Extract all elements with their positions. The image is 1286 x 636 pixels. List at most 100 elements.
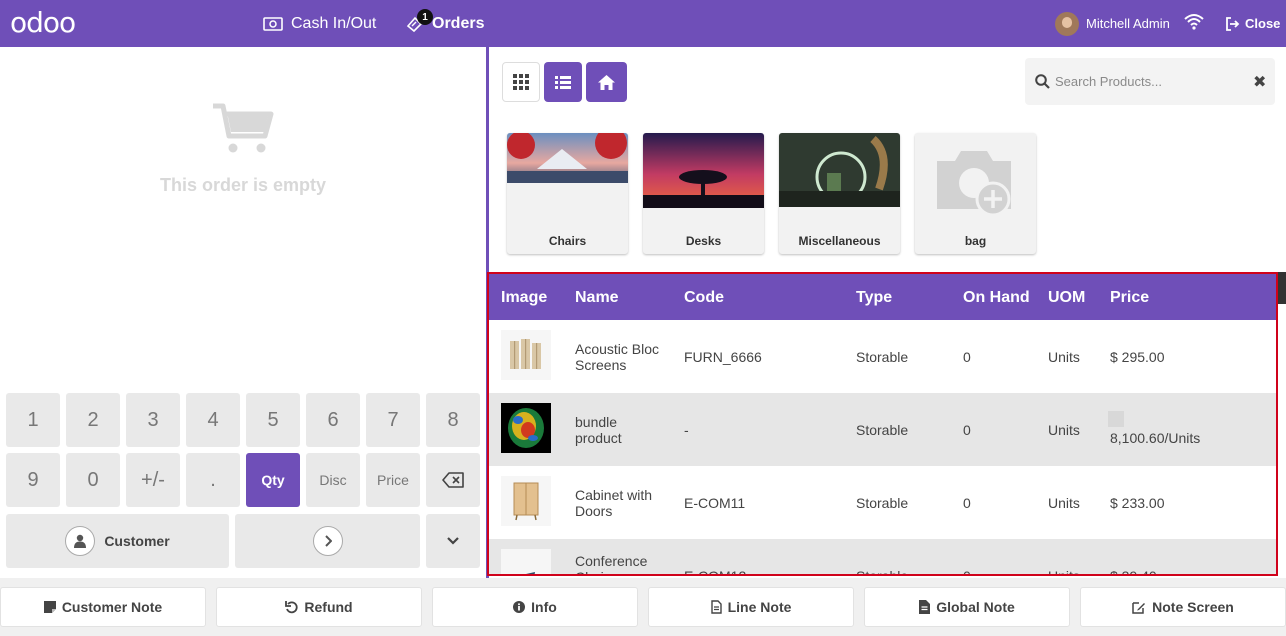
customer-label: Customer: [104, 533, 170, 549]
table-row[interactable]: Acoustic Bloc Screens FURN_6666 Storable…: [489, 320, 1276, 393]
numpad-key-5[interactable]: 5: [246, 393, 300, 447]
search-input[interactable]: [1055, 71, 1245, 91]
sign-out-icon: [1226, 16, 1240, 31]
product-name: bundle product: [575, 414, 622, 446]
currency-placeholder: [1108, 411, 1124, 427]
user-menu[interactable]: Mitchell Admin: [1055, 0, 1170, 47]
cash-in-out-button[interactable]: Cash In/Out: [263, 0, 376, 47]
numpad-key-1[interactable]: 1: [6, 393, 60, 447]
category-label: Miscellaneous: [798, 234, 881, 248]
numpad-key-7[interactable]: 7: [366, 393, 420, 447]
table-row[interactable]: Cabinet with Doors E-COM11 Storable 0 Un…: [489, 466, 1276, 539]
column-type: Type: [856, 289, 893, 306]
column-code: Code: [684, 289, 724, 306]
global-note-label: Global Note: [936, 599, 1015, 615]
column-on-hand: On Hand: [963, 289, 1030, 306]
chevron-right-icon: [312, 526, 343, 556]
refund-label: Refund: [304, 599, 353, 615]
more-actions-button[interactable]: [426, 514, 480, 568]
orders-label: Orders: [432, 14, 485, 32]
product-code: E-COM11: [684, 495, 746, 511]
wifi-icon[interactable]: [1184, 13, 1204, 35]
avatar: [1055, 11, 1079, 36]
product-code: E-COM12: [684, 568, 747, 576]
grid-view-button[interactable]: [502, 62, 540, 102]
cart-icon: [211, 102, 275, 161]
table-row[interactable]: Conference Chair E-COM12 Storable 0 Unit…: [489, 539, 1276, 576]
numpad-key-4[interactable]: 4: [186, 393, 240, 447]
search-icon: [1035, 74, 1050, 89]
numpad-key-8[interactable]: 8: [426, 393, 480, 447]
category-image-chairs: [507, 133, 628, 183]
refund-button[interactable]: Refund: [216, 587, 422, 627]
product-on-hand: 0: [963, 422, 971, 438]
info-icon: [513, 601, 526, 613]
note-screen-button[interactable]: Note Screen: [1080, 587, 1286, 627]
product-image: [501, 403, 551, 453]
numpad-key-2[interactable]: 2: [66, 393, 120, 447]
category-bag[interactable]: bag: [915, 133, 1036, 254]
file-text-icon: [710, 600, 722, 614]
chevron-down-icon: [447, 537, 459, 545]
line-note-button[interactable]: Line Note: [648, 587, 854, 627]
numpad-key-decimal[interactable]: .: [186, 453, 240, 507]
add-image-icon: [915, 133, 1036, 223]
product-price: $ 233.00: [1110, 495, 1165, 511]
edit-icon: [1132, 601, 1146, 614]
product-price: $ 39.40: [1110, 568, 1157, 576]
customer-note-button[interactable]: Customer Note: [0, 587, 206, 627]
category-miscellaneous[interactable]: Miscellaneous: [779, 133, 900, 254]
info-button[interactable]: Info: [432, 587, 638, 627]
orders-button[interactable]: 1 Orders: [406, 0, 484, 47]
customer-button[interactable]: Customer: [6, 514, 229, 568]
product-type: Storable: [856, 349, 909, 365]
product-uom: Units: [1048, 495, 1080, 511]
scroll-edge: [1278, 272, 1286, 304]
file-icon: [919, 600, 931, 614]
price-mode-button[interactable]: Price: [366, 453, 420, 507]
line-note-label: Line Note: [727, 599, 792, 615]
clear-search-icon[interactable]: ✖: [1253, 72, 1266, 92]
list-icon: [555, 75, 571, 89]
product-uom: Units: [1048, 422, 1080, 438]
discount-mode-button[interactable]: Disc: [306, 453, 360, 507]
product-on-hand: 0: [963, 349, 971, 365]
product-image: [501, 330, 551, 380]
numpad-key-9[interactable]: 9: [6, 453, 60, 507]
payment-button[interactable]: [235, 514, 420, 568]
grid-icon: [513, 74, 529, 90]
money-icon: [263, 16, 283, 31]
product-image: [501, 549, 551, 574]
numpad-key-0[interactable]: 0: [66, 453, 120, 507]
product-list-table: Image Name Code Type On Hand UOM Price A…: [487, 272, 1278, 576]
product-name: Acoustic Bloc Screens: [575, 341, 660, 373]
odoo-logo: odoo: [10, 6, 76, 39]
numpad-key-plus-minus[interactable]: +/-: [126, 453, 180, 507]
qty-mode-button[interactable]: Qty: [246, 453, 300, 507]
column-image: Image: [501, 289, 548, 306]
category-image-desks: [643, 133, 764, 208]
orders-count-badge: 1: [417, 9, 433, 25]
sticky-note-icon: [43, 601, 56, 613]
numpad-key-6[interactable]: 6: [306, 393, 360, 447]
close-label: Close: [1245, 16, 1281, 31]
user-icon: [65, 526, 96, 556]
product-name: Conference Chair: [575, 553, 648, 574]
table-row[interactable]: bundle product - Storable 0 Units 8,100.…: [489, 393, 1276, 466]
close-button[interactable]: Close: [1225, 0, 1280, 47]
list-view-button[interactable]: [544, 62, 582, 102]
top-bar: odoo Cash In/Out 1 Orders Mitchell Admin…: [0, 0, 1286, 47]
backspace-button[interactable]: [426, 453, 480, 507]
global-note-button[interactable]: Global Note: [864, 587, 1070, 627]
numpad-key-3[interactable]: 3: [126, 393, 180, 447]
category-chairs[interactable]: Chairs: [507, 133, 628, 254]
product-image: [501, 476, 551, 526]
category-label: Chairs: [548, 234, 587, 248]
cash-in-out-label: Cash In/Out: [291, 14, 377, 32]
category-label: bag: [964, 234, 987, 248]
home-category-button[interactable]: [586, 62, 627, 102]
category-desks[interactable]: Desks: [643, 133, 764, 254]
customer-note-label: Customer Note: [61, 599, 163, 615]
note-screen-label: Note Screen: [1152, 599, 1234, 615]
home-icon: [598, 74, 615, 90]
